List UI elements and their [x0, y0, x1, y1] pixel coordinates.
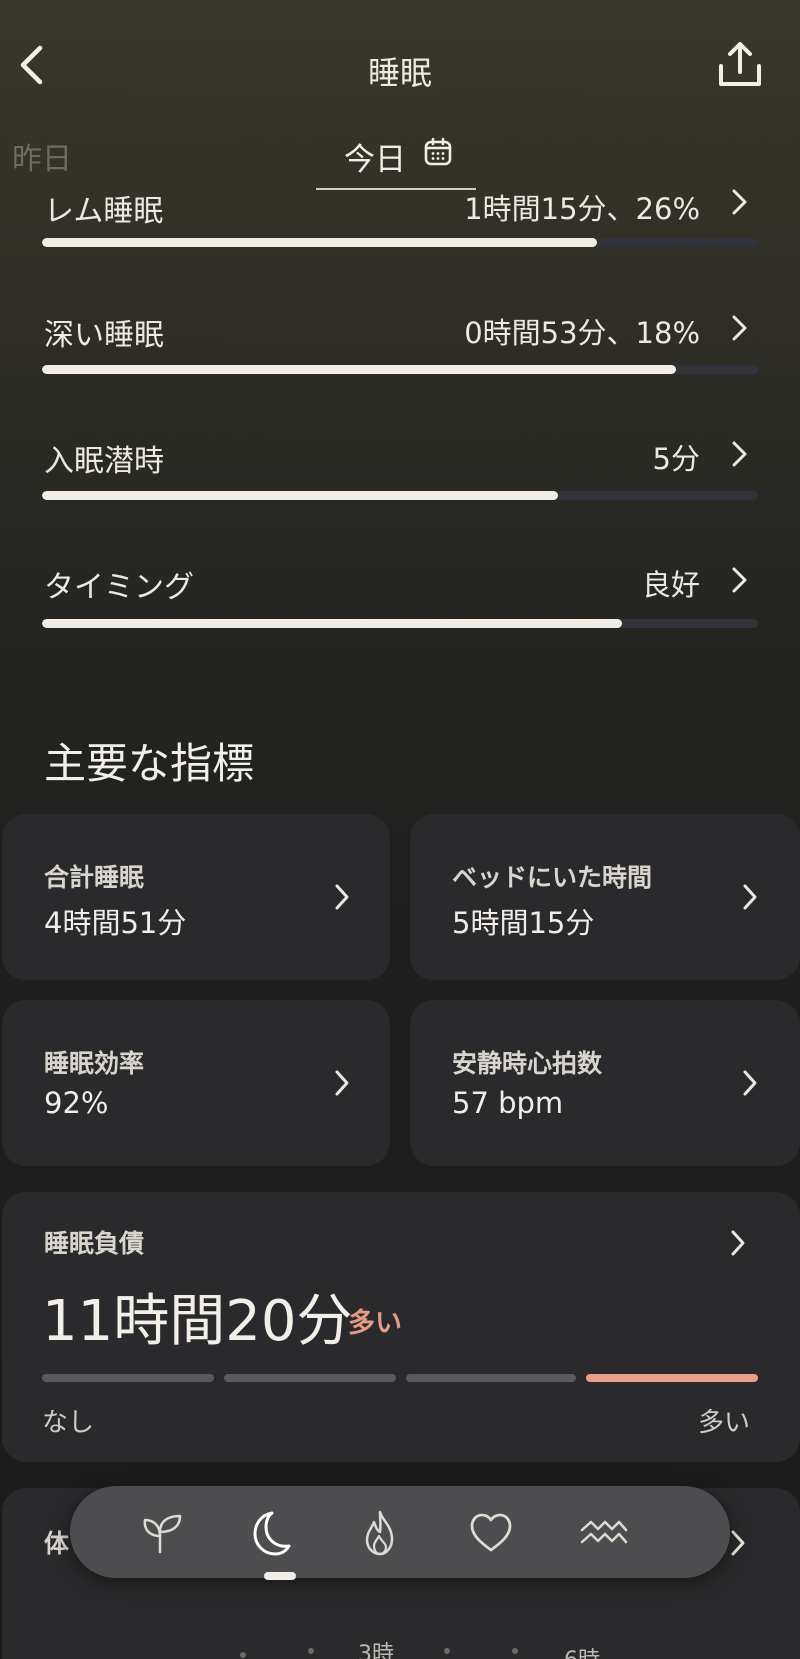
- chevron-right-icon: [743, 884, 757, 910]
- page-title: 睡眠: [367, 54, 432, 92]
- metric-card-time-in-bed[interactable]: ベッドにいた時間 5時間15分: [410, 814, 800, 980]
- waves-icon: [580, 1520, 628, 1544]
- stage-label: レム睡眠: [44, 194, 164, 229]
- nav-tab-readiness[interactable]: [138, 1508, 188, 1558]
- tab-today[interactable]: 今日: [344, 134, 406, 179]
- metric-value: 92%: [44, 1086, 109, 1120]
- stage-value: 1時間15分、26%: [464, 192, 700, 226]
- axis-tick-label: 6時: [564, 1642, 600, 1659]
- share-button[interactable]: [716, 40, 764, 90]
- metric-value: 5時間15分: [452, 906, 595, 940]
- metric-card-resting-heart-rate[interactable]: 安静時心拍数 57 bpm: [410, 1000, 800, 1166]
- stage-progress-fill: [42, 365, 676, 374]
- stage-label: タイミング: [44, 570, 194, 605]
- metric-card-sleep-efficiency[interactable]: 睡眠効率 92%: [2, 1000, 390, 1166]
- bottom-nav: [70, 1486, 730, 1578]
- metric-card-total-sleep[interactable]: 合計睡眠 4時間51分: [2, 814, 390, 980]
- tab-indicator: [316, 188, 476, 190]
- stage-progress-track: [42, 238, 758, 247]
- tab-yesterday[interactable]: 昨日: [12, 134, 72, 178]
- heart-icon: [470, 1513, 512, 1552]
- axis-dot: [240, 1652, 246, 1658]
- axis-dot: [512, 1648, 518, 1654]
- stage-progress-fill: [42, 619, 622, 628]
- share-icon: [719, 42, 761, 86]
- debt-scale-segment: [586, 1374, 758, 1382]
- chevron-right-icon: [732, 441, 747, 467]
- axis-tick-label: 3時: [358, 1642, 394, 1659]
- metric-label: 合計睡眠: [44, 863, 145, 892]
- chevron-right-icon: [335, 1070, 349, 1096]
- sprout-icon: [143, 1514, 182, 1554]
- stage-progress-track: [42, 491, 758, 500]
- chevron-right-icon: [731, 1230, 745, 1256]
- stage-progress-fill: [42, 491, 558, 500]
- stage-value: 5分: [652, 442, 700, 476]
- next-card-label: 体: [44, 1529, 70, 1558]
- section-title: 主要な指標: [44, 739, 255, 788]
- stage-progress-track: [42, 619, 758, 628]
- stage-value: 0時間53分、18%: [464, 316, 700, 350]
- sleep-debt-value: 11時間20分: [42, 1289, 353, 1354]
- nav-tab-stress[interactable]: [578, 1508, 628, 1558]
- nav-tab-activity[interactable]: [355, 1508, 405, 1558]
- axis-dot: [308, 1648, 314, 1654]
- stage-progress-fill: [42, 238, 597, 247]
- axis-dot: [444, 1648, 450, 1654]
- stage-label: 深い睡眠: [44, 318, 164, 353]
- chevron-right-icon: [731, 1530, 745, 1556]
- chevron-right-icon: [732, 189, 747, 215]
- nav-active-indicator: [264, 1572, 296, 1580]
- metric-label: 睡眠効率: [44, 1049, 145, 1078]
- metric-value: 57 bpm: [452, 1086, 564, 1120]
- moon-icon: [253, 1511, 291, 1556]
- debt-scale-segment: [406, 1374, 576, 1382]
- stage-label: 入眠潜時: [44, 444, 164, 479]
- nav-tab-sleep[interactable]: [244, 1508, 294, 1558]
- metric-value: 4時間51分: [44, 906, 187, 940]
- chevron-right-icon: [732, 315, 747, 341]
- debt-scale-segment: [42, 1374, 214, 1382]
- chevron-right-icon: [335, 884, 349, 910]
- stage-progress-track: [42, 365, 758, 374]
- sleep-debt-label: 睡眠負債: [44, 1229, 145, 1258]
- chevron-right-icon: [743, 1070, 757, 1096]
- flame-icon: [365, 1510, 394, 1556]
- sleep-debt-badge: 多い: [348, 1308, 402, 1339]
- metric-label: 安静時心拍数: [452, 1049, 603, 1078]
- metric-label: ベッドにいた時間: [452, 863, 653, 892]
- calendar-icon[interactable]: [423, 137, 453, 167]
- debt-scale-min: なし: [42, 1408, 95, 1438]
- stage-value: 良好: [641, 568, 700, 602]
- debt-scale-max: 多い: [698, 1408, 751, 1438]
- chevron-right-icon: [732, 567, 747, 593]
- debt-scale-segment: [224, 1374, 396, 1382]
- nav-tab-heart[interactable]: [466, 1508, 516, 1558]
